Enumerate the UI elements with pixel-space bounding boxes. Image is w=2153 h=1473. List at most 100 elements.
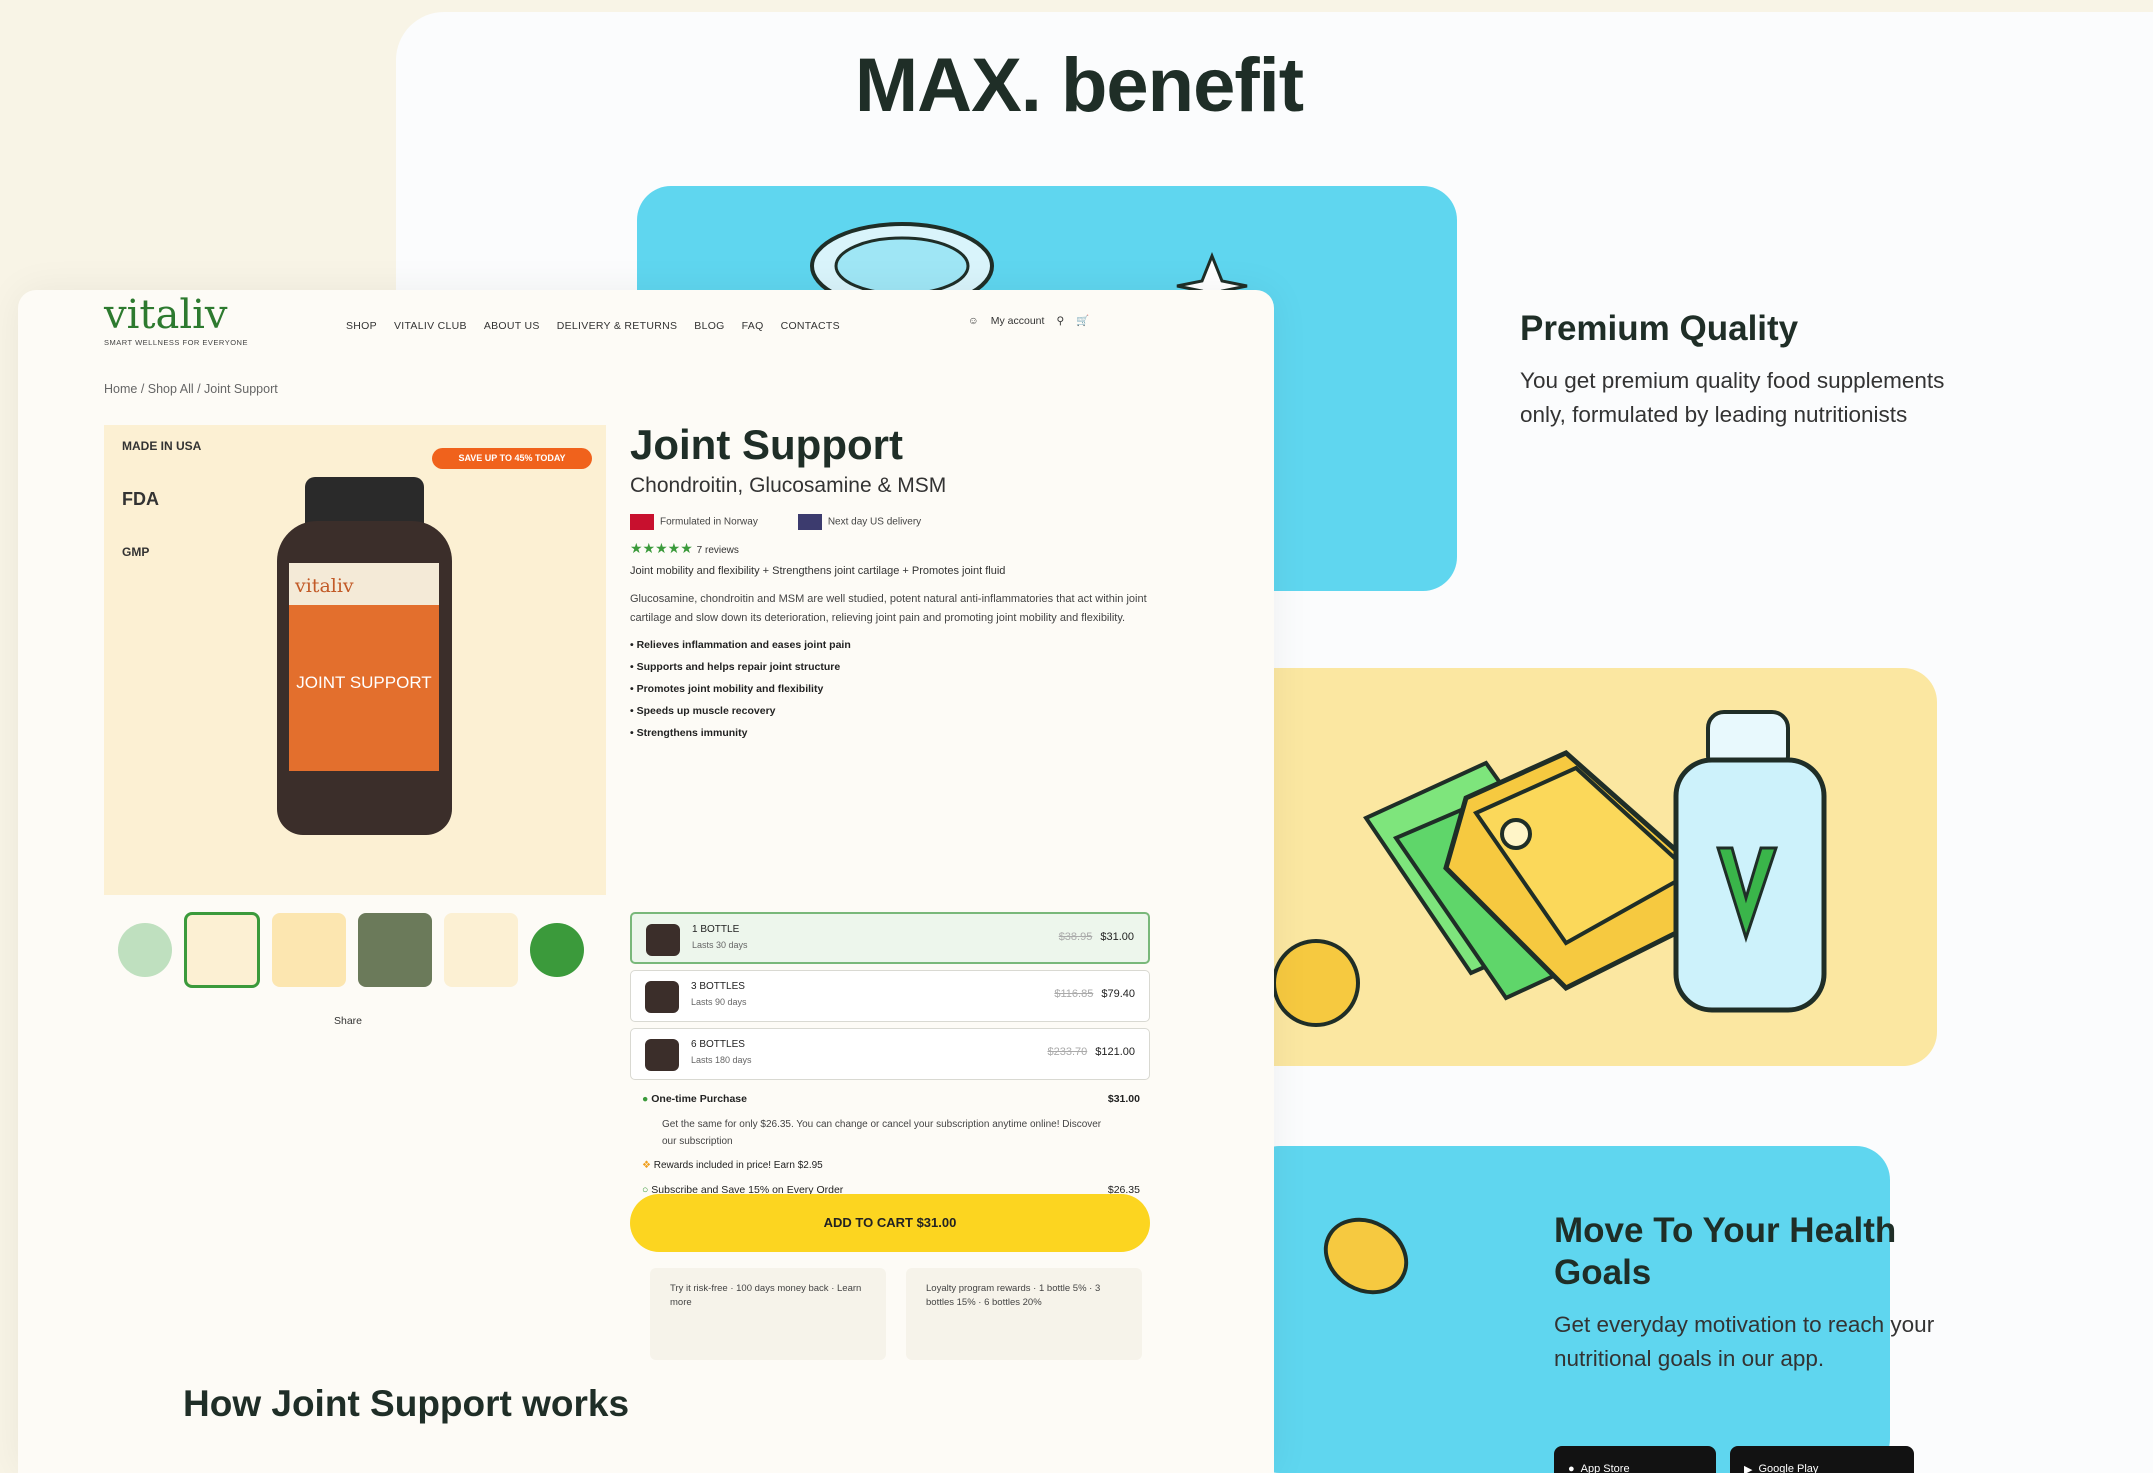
- apple-icon: ●: [1568, 1463, 1575, 1473]
- star-icons: ★★★★★: [630, 540, 693, 556]
- how-it-works-heading: How Joint Support works: [183, 1383, 630, 1424]
- search-icon[interactable]: ⚲: [1056, 315, 1064, 327]
- thumbnail[interactable]: [358, 913, 432, 987]
- gift-icon: ❖: [642, 1160, 651, 1171]
- product-title: Joint Support: [630, 421, 903, 468]
- thumbnail[interactable]: [184, 912, 260, 988]
- new-price: $121.00: [1095, 1046, 1135, 1058]
- purchase-label: One-time Purchase: [651, 1093, 747, 1105]
- feature-text: You get premium quality food supplements…: [1520, 368, 1945, 427]
- next-arrow-icon[interactable]: [530, 923, 584, 977]
- bottle-thumb: [646, 924, 680, 956]
- list-item: • Relieves inflammation and eases joint …: [630, 639, 851, 651]
- thumbnail-strip: [118, 912, 584, 988]
- main-menu: SHOP VITALIV CLUB ABOUT US DELIVERY & RE…: [346, 320, 840, 332]
- app-store-label: App Store: [1580, 1463, 1630, 1473]
- menu-item-delivery[interactable]: DELIVERY & RETURNS: [557, 320, 678, 332]
- benefit-list: • Relieves inflammation and eases joint …: [630, 634, 1150, 744]
- rating[interactable]: ★★★★★ 7 reviews: [630, 540, 1150, 557]
- new-price: $79.40: [1101, 988, 1135, 1000]
- gmp-badge: GMP: [122, 545, 150, 559]
- discount-badge: SAVE UP TO 45% TODAY: [432, 448, 592, 469]
- option-title: 6 BOTTLES: [691, 1039, 745, 1050]
- play-icon: ▶: [1744, 1463, 1753, 1473]
- radio-icon: ○: [642, 1184, 649, 1196]
- product-meta: Formulated in Norway Next day US deliver…: [630, 514, 1150, 530]
- list-item: • Speeds up muscle recovery: [630, 705, 776, 717]
- norway-flag-icon: [630, 514, 654, 530]
- header-actions: ☺ My account ⚲ 🛒: [968, 314, 1089, 328]
- wallet-illustration: [1272, 710, 1827, 1027]
- norway-meta: Formulated in Norway: [630, 514, 758, 530]
- option-price: $116.85 $79.40: [1054, 988, 1135, 1000]
- rewards-text: Rewards included in price! Earn $2.95: [653, 1160, 823, 1171]
- feature-title: Move To Your Health Goals: [1554, 1211, 1897, 1292]
- menu-item-about[interactable]: ABOUT US: [484, 320, 540, 332]
- prev-arrow-icon[interactable]: [118, 923, 172, 977]
- list-item: • Supports and helps repair joint struct…: [630, 661, 841, 673]
- account-link[interactable]: My account: [991, 315, 1045, 327]
- menu-item-faq[interactable]: FAQ: [742, 320, 764, 332]
- option-3-bottles[interactable]: 3 BOTTLES Lasts 90 days $116.85 $79.40: [630, 970, 1150, 1022]
- made-in-usa-badge: MADE IN USA: [122, 439, 202, 453]
- app-store-button[interactable]: ● App Store: [1554, 1446, 1716, 1473]
- bottle-label-text: JOINT SUPPORT: [296, 673, 432, 692]
- option-1-bottle[interactable]: 1 BOTTLE Lasts 30 days $38.95 $31.00: [630, 912, 1150, 964]
- product-main-image[interactable]: SAVE UP TO 45% TODAY MADE IN USA FDA GMP…: [104, 425, 606, 895]
- feature-text: Get everyday motivation to reach your nu…: [1554, 1312, 1935, 1371]
- option-title: 3 BOTTLES: [691, 981, 745, 992]
- google-play-button[interactable]: ▶ Google Play: [1730, 1446, 1914, 1473]
- new-price: $31.00: [1100, 931, 1134, 943]
- radio-selected-icon: ●: [642, 1093, 649, 1105]
- user-icon[interactable]: ☺: [968, 315, 979, 327]
- menu-item-shop[interactable]: SHOP: [346, 320, 377, 332]
- add-to-cart-button[interactable]: ADD TO CART $31.00: [630, 1194, 1150, 1252]
- site-logo[interactable]: vitaliv: [104, 292, 228, 338]
- meta-label: Formulated in Norway: [660, 516, 758, 528]
- thumbnail[interactable]: [444, 913, 518, 987]
- bottle-brand: vitaliv: [295, 575, 354, 597]
- option-6-bottles[interactable]: 6 BOTTLES Lasts 180 days $233.70 $121.00: [630, 1028, 1150, 1080]
- menu-item-blog[interactable]: BLOG: [694, 320, 724, 332]
- product-page: vitaliv SMART WELLNESS FOR EVERYONE SHOP…: [18, 290, 1274, 1473]
- product-description: Glucosamine, chondroitin and MSM are wel…: [630, 593, 1147, 624]
- rewards-note: ❖ Rewards included in price! Earn $2.95: [642, 1160, 823, 1171]
- us-flag-icon: [797, 514, 822, 530]
- thumbnail[interactable]: [272, 913, 346, 987]
- option-price: $38.95 $31.00: [1059, 931, 1134, 943]
- product-subtitle: Chondroitin, Glucosamine & MSM: [630, 474, 947, 497]
- review-count: 7 reviews: [696, 545, 739, 556]
- feature-title: Premium Quality: [1520, 309, 1799, 348]
- us-meta: Next day US delivery: [797, 514, 921, 530]
- loyalty-rewards: Loyalty program rewards · 1 bottle 5% · …: [906, 1268, 1142, 1360]
- bottle-thumb: [645, 981, 679, 1013]
- risk-free-guarantee[interactable]: Try it risk-free · 100 days money back ·…: [650, 1268, 886, 1360]
- bottle-thumb: [645, 1039, 679, 1071]
- bottle-cap: [305, 477, 424, 527]
- old-price: $233.70: [1047, 1046, 1088, 1058]
- menu-item-club[interactable]: VITALIV CLUB: [394, 320, 467, 332]
- option-price: $233.70 $121.00: [1047, 1046, 1135, 1058]
- one-time-purchase[interactable]: ● One-time Purchase $31.00: [642, 1093, 1140, 1105]
- breadcrumb[interactable]: Home / Shop All / Joint Support: [104, 382, 278, 396]
- product-info: Joint Support Chondroitin, Glucosamine &…: [630, 420, 1150, 744]
- product-tagline: Joint mobility and flexibility + Strengt…: [630, 565, 1006, 577]
- old-price: $38.95: [1058, 931, 1093, 943]
- logo-tagline: SMART WELLNESS FOR EVERYONE: [104, 338, 248, 347]
- list-item: • Strengthens immunity: [630, 727, 748, 739]
- cart-icon[interactable]: 🛒: [1076, 314, 1089, 327]
- option-sub: Lasts 180 days: [691, 1055, 752, 1065]
- old-price: $116.85: [1054, 988, 1094, 1000]
- site-header: vitaliv SMART WELLNESS FOR EVERYONE SHOP…: [18, 290, 1274, 370]
- option-sub: Lasts 30 days: [692, 940, 748, 950]
- list-item: • Promotes joint mobility and flexibilit…: [630, 683, 824, 695]
- subscription-upsell[interactable]: Get the same for only $26.35. You can ch…: [662, 1116, 1102, 1150]
- google-play-label: Google Play: [1758, 1463, 1819, 1473]
- option-sub: Lasts 90 days: [691, 997, 747, 1007]
- share-button[interactable]: Share: [334, 1015, 362, 1027]
- benefit-heading: MAX. benefit: [854, 43, 1304, 128]
- menu-item-contacts[interactable]: CONTACTS: [781, 320, 840, 332]
- health-goals-feature: Move To Your Health Goals Get everyday m…: [1554, 1210, 1974, 1376]
- save-money-card: [1236, 668, 1937, 1066]
- fda-badge: FDA: [122, 489, 159, 509]
